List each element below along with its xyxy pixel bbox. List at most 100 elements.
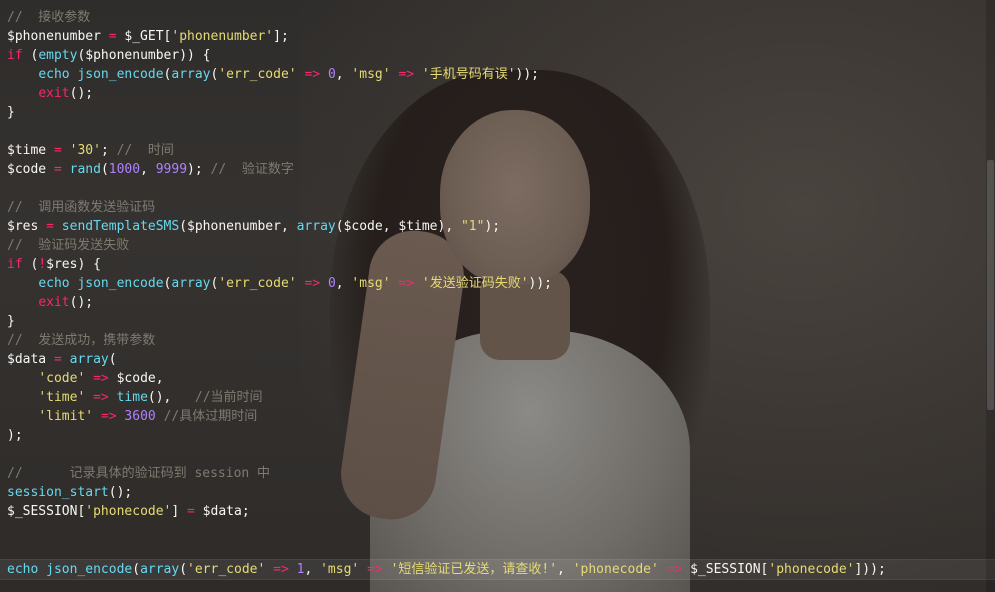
code-token-plain: ); xyxy=(187,162,211,177)
code-line[interactable]: if (empty($phonenumber)) { xyxy=(0,46,995,65)
code-token-plain: ; xyxy=(100,143,117,158)
code-token-op: => xyxy=(100,409,117,424)
code-token-plain: $time xyxy=(7,143,54,158)
code-token-func: echo json_encode xyxy=(38,276,164,291)
code-token-number: 0 xyxy=(327,276,336,291)
code-editor[interactable]: // 接收参数 $phonenumber = $_GET['phonenumber… xyxy=(0,0,995,592)
code-token-comment: //具体过期时间 xyxy=(163,409,258,424)
code-token-plain: (); xyxy=(69,295,94,310)
code-line[interactable]: $data = array( xyxy=(0,350,995,369)
code-token-op: = xyxy=(53,352,62,367)
code-token-plain: )); xyxy=(515,67,540,82)
code-token-plain: $data; xyxy=(194,504,250,519)
code-line[interactable]: $time = '30'; // 时间 xyxy=(0,141,995,160)
code-line[interactable]: exit(); xyxy=(0,84,995,103)
code-line[interactable] xyxy=(0,540,995,559)
code-token-op: => xyxy=(666,562,683,577)
code-token-plain: $_SESSION[ xyxy=(682,562,769,577)
code-token-keyword: exit xyxy=(38,295,70,310)
code-token-keyword: if xyxy=(7,257,23,272)
code-token-plain: ); xyxy=(7,428,23,443)
code-line[interactable] xyxy=(0,521,995,540)
code-token-plain: $code, xyxy=(108,371,164,386)
code-line[interactable]: // 调用函数发送验证码 xyxy=(0,198,995,217)
code-line[interactable]: // 记录具体的验证码到 session 中 xyxy=(0,464,995,483)
code-line[interactable]: 'time' => time(), //当前时间 xyxy=(0,388,995,407)
code-token-plain: ($code, $time), xyxy=(335,219,461,234)
code-token-comment: // 验证数字 xyxy=(210,162,294,177)
code-token-comment: // 接收参数 xyxy=(7,10,91,25)
code-token-func: time xyxy=(116,390,148,405)
code-token-plain: ($phonenumber)) { xyxy=(77,48,211,63)
code-token-plain: $_GET[ xyxy=(116,29,172,44)
code-token-op: => xyxy=(304,67,321,82)
code-line[interactable]: echo json_encode(array('err_code' => 1, … xyxy=(0,559,995,580)
code-token-func: array xyxy=(69,352,109,367)
code-token-string: 'err_code' xyxy=(218,276,297,291)
code-line[interactable]: ); xyxy=(0,426,995,445)
code-line[interactable]: 'code' => $code, xyxy=(0,369,995,388)
code-token-plain: $phonenumber xyxy=(7,29,109,44)
code-line[interactable]: $_SESSION['phonecode'] = $data; xyxy=(0,502,995,521)
code-token-func: array xyxy=(140,562,180,577)
code-token-number: 0 xyxy=(327,67,336,82)
code-line[interactable]: } xyxy=(0,312,995,331)
code-token-string: '30' xyxy=(69,143,101,158)
code-line[interactable]: } xyxy=(0,103,995,122)
code-token-func: sendTemplateSMS xyxy=(61,219,180,234)
code-token-plain: ( xyxy=(22,48,39,63)
code-token-func: empty xyxy=(38,48,78,63)
code-line[interactable]: // 验证码发送失败 xyxy=(0,236,995,255)
code-token-string: 'phonecode' xyxy=(572,562,659,577)
code-line[interactable]: $code = rand(1000, 9999); // 验证数字 xyxy=(0,160,995,179)
code-token-func: rand xyxy=(69,162,101,177)
code-token-string: 'err_code' xyxy=(218,67,297,82)
code-token-plain: $_SESSION[ xyxy=(7,504,86,519)
code-token-plain: (), xyxy=(147,390,195,405)
code-token-string: 'msg' xyxy=(351,276,391,291)
code-token-op: => xyxy=(367,562,383,577)
code-line[interactable]: // 接收参数 xyxy=(0,8,995,27)
code-token-number: 9999 xyxy=(155,162,188,177)
code-line[interactable]: $res = sendTemplateSMS($phonenumber, arr… xyxy=(0,217,995,236)
vertical-scrollbar[interactable] xyxy=(986,0,995,592)
code-line[interactable] xyxy=(0,445,995,464)
code-line[interactable]: session_start(); xyxy=(0,483,995,502)
code-token-plain: , xyxy=(557,562,573,577)
code-line[interactable]: echo json_encode(array('err_code' => 0, … xyxy=(0,65,995,84)
code-line[interactable] xyxy=(0,179,995,198)
code-line[interactable]: // 发送成功，携带参数 xyxy=(0,331,995,350)
code-line[interactable]: echo json_encode(array('err_code' => 0, … xyxy=(0,274,995,293)
code-token-number: 3600 xyxy=(124,409,156,424)
code-line[interactable]: 'limit' => 3600 //具体过期时间 xyxy=(0,407,995,426)
code-line[interactable]: if (!$res) { xyxy=(0,255,995,274)
code-token-func: echo json_encode xyxy=(38,67,164,82)
code-token-string: 'err_code' xyxy=(187,562,266,577)
code-line[interactable]: $phonenumber = $_GET['phonenumber']; xyxy=(0,27,995,46)
code-token-plain: $code xyxy=(7,162,54,177)
code-token-plain: ( xyxy=(132,562,141,577)
scrollbar-thumb[interactable] xyxy=(987,160,994,410)
code-token-string: 'time' xyxy=(38,390,86,405)
code-token-plain: ( xyxy=(22,257,39,272)
code-token-plain: (); xyxy=(69,86,94,101)
code-token-plain: $res xyxy=(7,219,47,234)
code-line[interactable]: exit(); xyxy=(0,293,995,312)
code-token-op: => xyxy=(398,276,415,291)
code-line[interactable] xyxy=(0,122,995,141)
code-token-comment: // 验证码发送失败 xyxy=(7,238,130,253)
